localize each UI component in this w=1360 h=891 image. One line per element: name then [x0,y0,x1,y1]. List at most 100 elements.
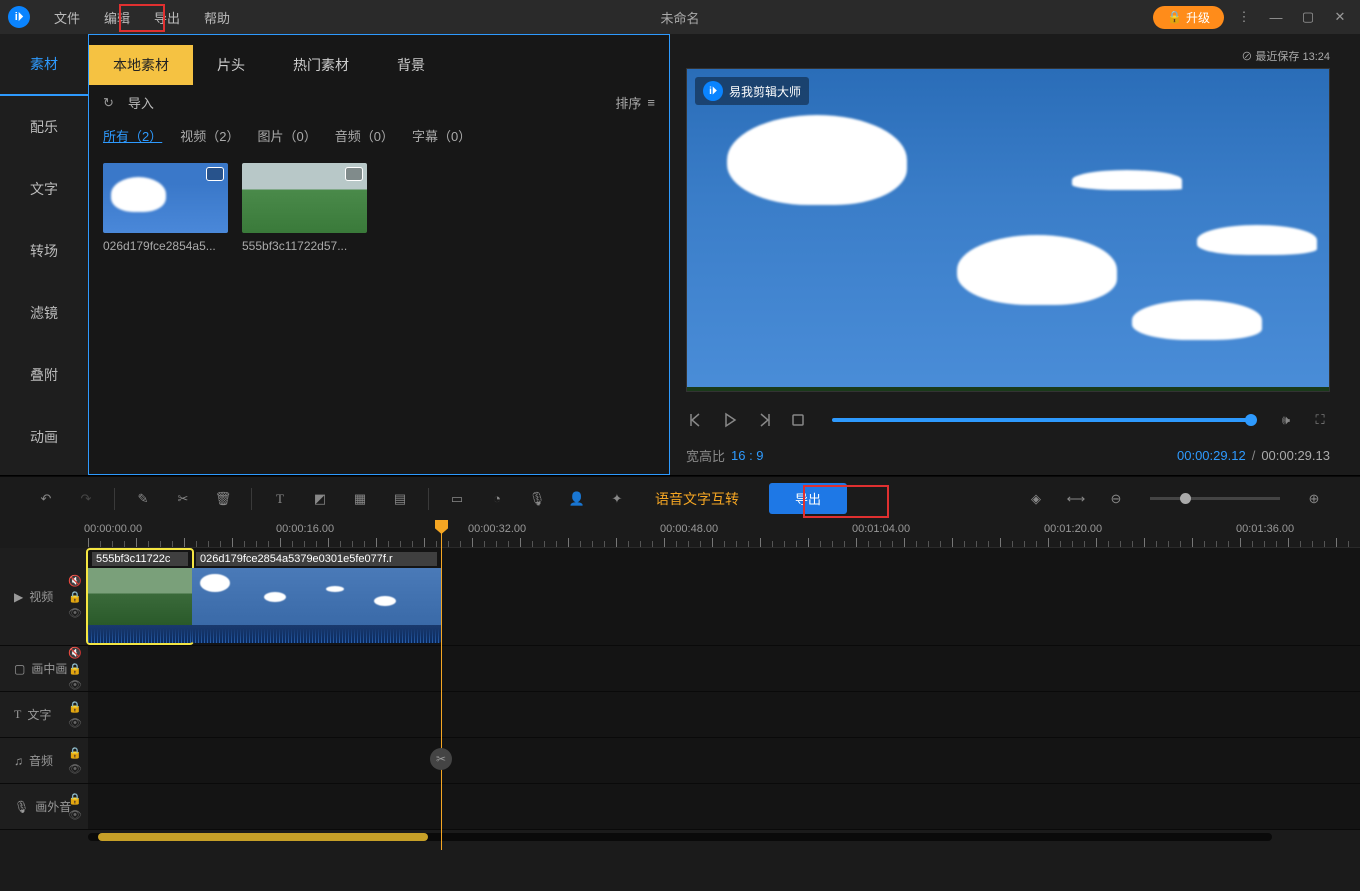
prev-frame-button[interactable] [686,410,706,430]
zoom-slider[interactable] [1150,497,1280,500]
track-body[interactable]: 555bf3c11722c 026d179fce2854a5379e0301e5f… [88,548,1360,645]
track-body[interactable] [88,784,1360,829]
timeline-scrollbar[interactable] [0,830,1360,844]
person-icon[interactable]: 👤 [561,483,593,515]
thumb-name: 026d179fce2854a5... [103,239,228,253]
split-scissors-icon[interactable]: ✂ [167,483,199,515]
aspect-ratio-label: 宽高比 [686,446,725,465]
undo-button[interactable]: ↶ [30,483,62,515]
delete-trash-icon[interactable]: 🗑 [207,483,239,515]
track-voice: 🎙画外音🔒👁 [0,784,1360,830]
filter-subtitle[interactable]: 字幕（0） [412,126,471,145]
ruler-label: 00:00:00.00 [84,523,142,535]
ruler-label: 00:00:32.00 [468,523,526,535]
marker-icon[interactable]: ◈ [1020,483,1052,515]
sidebar-item-music[interactable]: 配乐 [0,96,88,158]
maximize-button[interactable]: ▢ [1296,5,1320,29]
track-label: 画中画 [31,660,67,677]
sidebar-item-transition[interactable]: 转场 [0,220,88,282]
refresh-icon[interactable]: ↻ [103,95,114,111]
filter-video[interactable]: 视频（2） [180,126,239,145]
media-thumb[interactable]: 555bf3c11722d57... [242,163,367,253]
frame-icon[interactable]: ▭ [441,483,473,515]
track-label: 文字 [27,706,51,723]
fit-icon[interactable]: ⟷ [1060,483,1092,515]
timeline-toolbar: ↶ ↷ ✎ ✂ 🗑 T ◩ ▦ ▤ ▭ ◔ 🎙 👤 ✦ 语音文字互转 导出 ◈ … [0,476,1360,520]
mic-track-icon: 🎙 [14,800,29,814]
eye-icon[interactable]: 👁 [68,606,82,619]
crop-icon[interactable]: ◩ [304,483,336,515]
sort-button[interactable]: 排序 ≡ [615,93,655,112]
clip-label: 555bf3c11722c [92,552,188,566]
aspect-ratio-value[interactable]: 16 : 9 [731,448,764,463]
import-button[interactable]: 导入 [128,93,154,112]
stop-button[interactable] [788,410,808,430]
track-label: 视频 [29,588,53,605]
track-body[interactable] [88,646,1360,691]
filter-audio[interactable]: 音频（0） [335,126,394,145]
mute-icon[interactable]: 🔇 [68,574,82,587]
sidebar-item-animation[interactable]: 动画 [0,406,88,468]
app-logo: i⏵ [8,6,30,28]
close-button[interactable]: ✕ [1328,5,1352,29]
preview-viewport[interactable]: i⏵ 易我剪辑大师 [686,68,1330,392]
next-frame-button[interactable] [754,410,774,430]
track-label: 音频 [29,752,53,769]
ruler-label: 00:00:48.00 [660,523,718,535]
sidebar-item-material[interactable]: 素材 [0,34,88,96]
timeline-ruler[interactable]: 00:00:00.0000:00:16.0000:00:32.0000:00:4… [88,520,1360,548]
playhead-cut-icon[interactable]: ✂ [430,748,452,770]
sidebar-item-filter[interactable]: 滤镜 [0,282,88,344]
ruler-label: 00:01:20.00 [1044,523,1102,535]
edit-pencil-icon[interactable]: ✎ [127,483,159,515]
sidebar-item-text[interactable]: 文字 [0,158,88,220]
media-thumb[interactable]: 026d179fce2854a5... [103,163,228,253]
wand-icon[interactable]: ✦ [601,483,633,515]
filter-image[interactable]: 图片（0） [257,126,316,145]
timeline-clip[interactable]: 026d179fce2854a5379e0301e5fe077f.r [192,550,441,643]
clip-label: 026d179fce2854a5379e0301e5fe077f.r [196,552,437,566]
minimize-button[interactable]: — [1264,5,1288,29]
speech-to-text-button[interactable]: 语音文字互转 [655,489,739,509]
grid-icon[interactable]: ▤ [384,483,416,515]
text-track-icon: T [14,707,21,722]
menu-edit[interactable]: 编辑 [92,8,142,27]
zoom-out-icon[interactable]: ⊖ [1100,483,1132,515]
filter-all[interactable]: 所有（2） [103,126,162,145]
track-body[interactable] [88,692,1360,737]
pip-icon: ▢ [14,662,25,676]
export-button[interactable]: 导出 [769,483,847,514]
video-track-icon: ▶ [14,590,23,604]
playhead[interactable]: ✂ [441,520,442,850]
volume-icon[interactable]: 🕪 [1276,410,1296,430]
track-video: ▶ 视频 🔇 🔒 👁 555bf3c11722c 026d179fce2854a537… [0,548,1360,646]
text-tool-icon[interactable]: T [264,483,296,515]
preview-brand-badge: i⏵ 易我剪辑大师 [695,77,809,105]
recent-save-label: 最近保存 [1255,51,1299,63]
more-icon[interactable]: ⋮ [1232,5,1256,29]
menu-export[interactable]: 导出 [142,8,192,27]
camera-icon [206,167,224,181]
fullscreen-icon[interactable]: ⛶ [1310,410,1330,430]
upgrade-button[interactable]: 🔒 升级 [1153,6,1224,29]
sidebar-item-overlay[interactable]: 叠附 [0,344,88,406]
window-title: 未命名 [660,8,699,27]
track-text: T文字🔒👁 [0,692,1360,738]
speed-clock-icon[interactable]: ◔ [481,483,513,515]
mic-icon[interactable]: 🎙 [521,483,553,515]
menu-help[interactable]: 帮助 [192,8,242,27]
track-pip: ▢画中画🔇🔒👁 [0,646,1360,692]
ruler-label: 00:01:04.00 [852,523,910,535]
track-body[interactable] [88,738,1360,783]
mosaic-icon[interactable]: ▦ [344,483,376,515]
timeline-clip[interactable]: 555bf3c11722c [88,550,192,643]
thumb-name: 555bf3c11722d57... [242,239,367,253]
zoom-in-icon[interactable]: ⊕ [1298,483,1330,515]
lock-icon[interactable]: 🔒 [68,590,82,603]
redo-button[interactable]: ↷ [70,483,102,515]
play-button[interactable] [720,410,740,430]
menu-file[interactable]: 文件 [42,8,92,27]
current-time: 00:00:29.12 [1177,448,1246,463]
music-note-icon: ♫ [14,754,23,768]
preview-seek-slider[interactable] [832,418,1252,422]
